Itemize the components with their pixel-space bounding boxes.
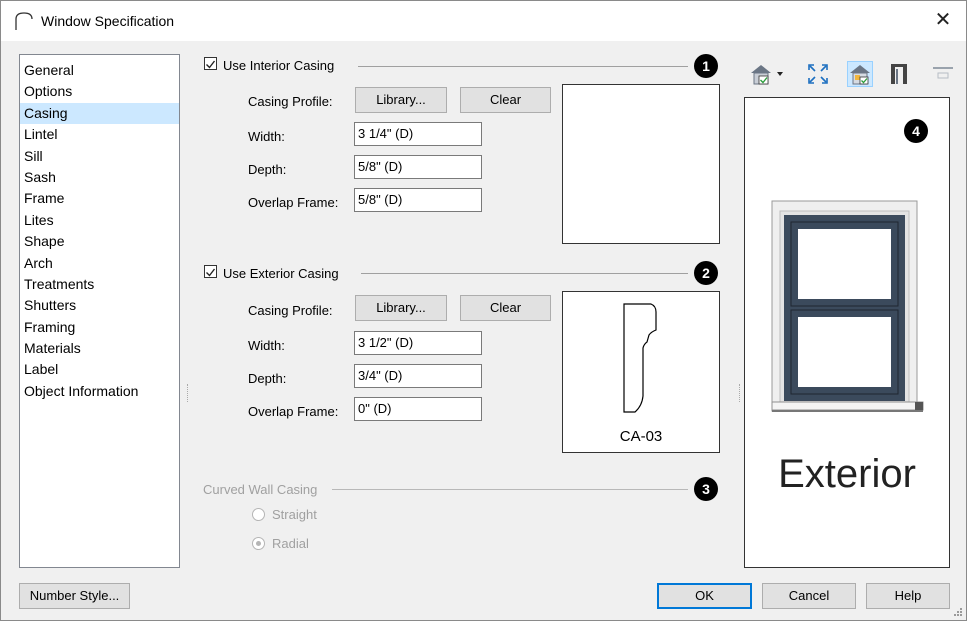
exterior-depth-label: Depth: bbox=[248, 371, 287, 386]
exterior-profile-name: CA-03 bbox=[619, 428, 663, 445]
nav-item-label[interactable]: Label bbox=[20, 359, 179, 380]
interior-overlap-field[interactable]: 5/8" (D) bbox=[354, 188, 482, 212]
nav-item-lintel[interactable]: Lintel bbox=[20, 124, 179, 145]
nav-item-framing[interactable]: Framing bbox=[20, 317, 179, 338]
view-mode-label: Exterior bbox=[778, 452, 916, 496]
fill-window-icon[interactable] bbox=[805, 61, 831, 87]
resize-grip-icon[interactable] bbox=[953, 607, 963, 617]
exterior-profile-label: Casing Profile: bbox=[248, 303, 333, 318]
exterior-depth-field[interactable]: 3/4" (D) bbox=[354, 364, 482, 388]
callout-badge-1: 1 bbox=[694, 54, 718, 78]
check-icon bbox=[206, 60, 216, 69]
interior-casing-checkbox[interactable] bbox=[204, 57, 217, 70]
splitter-handle-right[interactable] bbox=[739, 384, 742, 402]
window-preview[interactable]: 4 Exterior bbox=[744, 97, 950, 568]
nav-item-sash[interactable]: Sash bbox=[20, 167, 179, 188]
hide-icon[interactable] bbox=[930, 61, 956, 87]
nav-item-materials[interactable]: Materials bbox=[20, 338, 179, 359]
interior-clear-button[interactable]: Clear bbox=[460, 87, 551, 113]
interior-casing-label[interactable]: Use Interior Casing bbox=[223, 58, 334, 73]
interior-depth-field[interactable]: 5/8" (D) bbox=[354, 155, 482, 179]
exterior-width-field[interactable]: 3 1/2" (D) bbox=[354, 331, 482, 355]
exterior-library-button[interactable]: Library... bbox=[355, 295, 447, 321]
number-style-button[interactable]: Number Style... bbox=[19, 583, 130, 609]
interior-library-button[interactable]: Library... bbox=[355, 87, 447, 113]
window-title: Window Specification bbox=[41, 13, 175, 29]
nav-item-options[interactable]: Options bbox=[20, 81, 179, 102]
interior-width-field[interactable]: 3 1/4" (D) bbox=[354, 122, 482, 146]
ok-button[interactable]: OK bbox=[657, 583, 752, 609]
cancel-button[interactable]: Cancel bbox=[762, 583, 856, 609]
curved-wall-casing-label: Curved Wall Casing bbox=[203, 482, 318, 497]
splitter-handle-left[interactable] bbox=[187, 384, 190, 402]
nav-item-treatments[interactable]: Treatments bbox=[20, 274, 179, 295]
nav-item-general[interactable]: General bbox=[20, 60, 179, 81]
callout-badge-3: 3 bbox=[694, 477, 718, 501]
casing-profile-shape bbox=[623, 303, 657, 413]
opening-icon[interactable] bbox=[886, 61, 912, 87]
title-bar[interactable]: Window Specification ✕ bbox=[1, 1, 966, 41]
section-divider bbox=[358, 66, 688, 67]
straight-radio-label[interactable]: Straight bbox=[272, 507, 317, 522]
nav-item-sill[interactable]: Sill bbox=[20, 146, 179, 167]
window-3d-preview bbox=[771, 200, 924, 412]
straight-radio[interactable] bbox=[252, 508, 265, 521]
exterior-clear-button[interactable]: Clear bbox=[460, 295, 551, 321]
nav-item-frame[interactable]: Frame bbox=[20, 188, 179, 209]
close-button[interactable]: ✕ bbox=[920, 1, 966, 41]
exterior-width-label: Width: bbox=[248, 338, 285, 353]
help-button[interactable]: Help bbox=[866, 583, 950, 609]
interior-width-label: Width: bbox=[248, 129, 285, 144]
callout-badge-2: 2 bbox=[694, 261, 718, 285]
exterior-profile-preview: CA-03 bbox=[562, 291, 720, 453]
category-list[interactable]: General Options Casing Lintel Sill Sash … bbox=[19, 54, 180, 568]
nav-item-casing[interactable]: Casing bbox=[20, 102, 179, 125]
section-divider bbox=[332, 489, 688, 490]
dialog-window: Window Specification ✕ General Options C… bbox=[0, 0, 967, 621]
interior-depth-label: Depth: bbox=[248, 162, 287, 177]
radial-radio-label[interactable]: Radial bbox=[272, 536, 309, 551]
interior-profile-preview bbox=[562, 84, 720, 244]
nav-item-shutters[interactable]: Shutters bbox=[20, 295, 179, 316]
check-icon bbox=[206, 268, 216, 277]
interior-profile-label: Casing Profile: bbox=[248, 94, 333, 109]
nav-item-shape[interactable]: Shape bbox=[20, 231, 179, 252]
interior-overlap-label: Overlap Frame: bbox=[248, 195, 339, 210]
view-materials-icon[interactable] bbox=[847, 61, 873, 87]
nav-item-object-information[interactable]: Object Information bbox=[20, 381, 179, 402]
nav-item-arch[interactable]: Arch bbox=[20, 253, 179, 274]
camera-view-icon[interactable] bbox=[748, 61, 786, 87]
exterior-casing-checkbox[interactable] bbox=[204, 265, 217, 278]
exterior-overlap-label: Overlap Frame: bbox=[248, 404, 339, 419]
section-divider bbox=[361, 273, 688, 274]
exterior-casing-label[interactable]: Use Exterior Casing bbox=[223, 266, 339, 281]
callout-badge-4: 4 bbox=[904, 119, 928, 143]
nav-item-lites[interactable]: Lites bbox=[20, 210, 179, 231]
radial-radio[interactable] bbox=[252, 537, 265, 550]
exterior-overlap-field[interactable]: 0" (D) bbox=[354, 397, 482, 421]
arch-window-icon bbox=[15, 12, 33, 30]
